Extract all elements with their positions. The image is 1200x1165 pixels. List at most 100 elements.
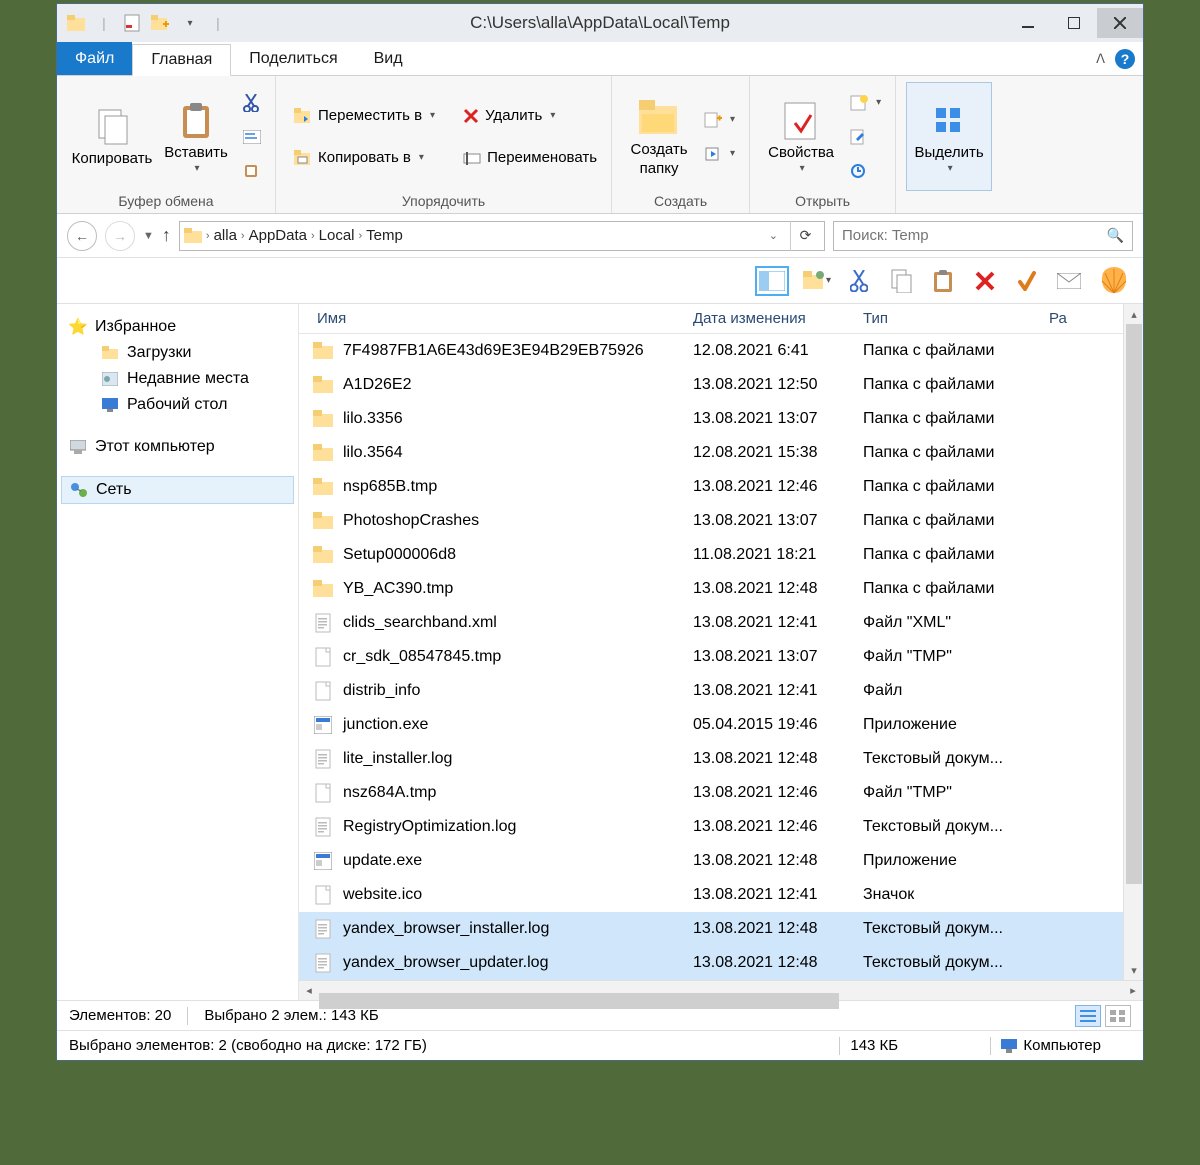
details-view-button[interactable] bbox=[1075, 1005, 1101, 1027]
back-button[interactable]: ← bbox=[67, 221, 97, 251]
delete-button[interactable]: Удалить▾ bbox=[459, 102, 601, 130]
paste-tool-icon[interactable] bbox=[929, 267, 957, 295]
new-folder-label-1: Создать bbox=[631, 141, 688, 158]
rename-button[interactable]: Переименовать bbox=[459, 144, 601, 172]
file-row[interactable]: lite_installer.log13.08.2021 12:48Тексто… bbox=[299, 742, 1143, 776]
minimize-button[interactable] bbox=[1005, 8, 1051, 38]
tree-desktop[interactable]: Рабочий стол bbox=[61, 392, 294, 418]
file-row[interactable]: 7F4987FB1A6E43d69E3E94B29EB7592612.08.20… bbox=[299, 334, 1143, 368]
col-date[interactable]: Дата изменения bbox=[693, 310, 863, 327]
file-row[interactable]: clids_searchband.xml13.08.2021 12:41Файл… bbox=[299, 606, 1143, 640]
open-icon[interactable]: ▾ bbox=[846, 89, 885, 117]
move-to-button[interactable]: Переместить в▾ bbox=[290, 102, 439, 130]
file-row[interactable]: website.ico13.08.2021 12:41Значок bbox=[299, 878, 1143, 912]
paste-button[interactable]: Вставить ▾ bbox=[157, 82, 235, 191]
paste-shortcut-icon[interactable] bbox=[239, 157, 265, 185]
scroll-left-icon[interactable]: ◂ bbox=[299, 981, 319, 1001]
file-row[interactable]: cr_sdk_08547845.tmp13.08.2021 13:07Файл … bbox=[299, 640, 1143, 674]
file-row[interactable]: nsz684A.tmp13.08.2021 12:46Файл "TMP" bbox=[299, 776, 1143, 810]
file-row[interactable]: PhotoshopCrashes13.08.2021 13:07Папка с … bbox=[299, 504, 1143, 538]
ribbon-tabs: Файл Главная Поделиться Вид ᐱ ? bbox=[57, 42, 1143, 76]
cut-icon[interactable] bbox=[239, 89, 265, 117]
folder-icon bbox=[313, 341, 333, 361]
tab-main[interactable]: Главная bbox=[132, 44, 231, 76]
downloads-icon bbox=[101, 344, 119, 362]
edit-icon[interactable] bbox=[846, 123, 885, 151]
new-folder-button[interactable]: Создать папку bbox=[622, 82, 696, 191]
refresh-button[interactable]: ⟳ bbox=[790, 221, 820, 251]
v-scroll-thumb[interactable] bbox=[1126, 324, 1142, 884]
new-item-icon[interactable]: ▾ bbox=[700, 106, 739, 134]
scroll-down-icon[interactable]: ▾ bbox=[1124, 960, 1144, 980]
qat-dropdown-icon[interactable]: ▾ bbox=[179, 12, 201, 34]
ribbon-group-new: Создать папку ▾ ▾ Создать bbox=[612, 76, 750, 213]
file-row[interactable]: lilo.356412.08.2021 15:38Папка с файлами bbox=[299, 436, 1143, 470]
properties-label: Свойства bbox=[768, 144, 834, 161]
scroll-up-icon[interactable]: ▴ bbox=[1124, 304, 1144, 324]
copy-button[interactable]: Копировать bbox=[67, 82, 157, 191]
properties-button[interactable]: Свойства ▾ bbox=[760, 82, 842, 191]
file-row[interactable]: YB_AC390.tmp13.08.2021 12:48Папка с файл… bbox=[299, 572, 1143, 606]
copy-path-icon[interactable] bbox=[239, 123, 265, 151]
scroll-right-icon[interactable]: ▸ bbox=[1123, 981, 1143, 1001]
close-button[interactable] bbox=[1097, 8, 1143, 38]
search-icon[interactable]: 🔍 bbox=[1107, 227, 1124, 244]
address-bar[interactable]: ›alla ›AppData ›Local ›Temp ⌄ ⟳ bbox=[179, 221, 825, 251]
extra-toolbar: ▾ bbox=[57, 258, 1143, 304]
new-folder-icon[interactable] bbox=[149, 12, 171, 34]
v-scrollbar[interactable]: ▴ ▾ bbox=[1123, 304, 1143, 980]
quick-access-toolbar: | ▾ | bbox=[57, 12, 229, 34]
address-dropdown-icon[interactable]: ⌄ bbox=[769, 229, 778, 242]
tree-recent[interactable]: Недавние места bbox=[61, 366, 294, 392]
ribbon: Копировать Вставить ▾ Буфер обмена Перем… bbox=[57, 76, 1143, 214]
tree-network[interactable]: Сеть bbox=[61, 476, 294, 504]
mail-tool-icon[interactable] bbox=[1055, 267, 1083, 295]
file-row[interactable]: distrib_info13.08.2021 12:41Файл bbox=[299, 674, 1143, 708]
search-box[interactable]: 🔍 bbox=[833, 221, 1133, 251]
file-row[interactable]: yandex_browser_installer.log13.08.2021 1… bbox=[299, 912, 1143, 946]
file-date: 12.08.2021 15:38 bbox=[693, 444, 863, 462]
file-row[interactable]: Setup000006d811.08.2021 18:21Папка с фай… bbox=[299, 538, 1143, 572]
file-row[interactable]: A1D26E213.08.2021 12:50Папка с файлами bbox=[299, 368, 1143, 402]
delete-tool-icon[interactable] bbox=[971, 267, 999, 295]
up-button[interactable]: ↑ bbox=[162, 225, 171, 246]
history-icon[interactable] bbox=[846, 157, 885, 185]
star-icon: ⭐ bbox=[69, 318, 87, 336]
shell-tool-icon[interactable] bbox=[1097, 267, 1131, 295]
select-button[interactable]: Выделить ▾ bbox=[906, 82, 992, 191]
collapse-ribbon-icon[interactable]: ᐱ bbox=[1096, 51, 1105, 67]
recent-locations-dropdown[interactable]: ▼ bbox=[143, 230, 154, 242]
col-type[interactable]: Тип bbox=[863, 310, 1049, 327]
maximize-button[interactable] bbox=[1051, 8, 1097, 38]
copy-to-button[interactable]: Копировать в▾ bbox=[290, 144, 439, 172]
preview-pane-icon[interactable] bbox=[755, 266, 789, 296]
forward-button[interactable]: → bbox=[105, 221, 135, 251]
copy-tool-icon[interactable] bbox=[887, 267, 915, 295]
tree-favorites[interactable]: ⭐Избранное bbox=[61, 314, 294, 340]
cut-tool-icon[interactable] bbox=[845, 267, 873, 295]
easy-access-icon[interactable]: ▾ bbox=[700, 140, 739, 168]
file-type: Папка с файлами bbox=[863, 478, 1049, 496]
h-scroll-thumb[interactable] bbox=[319, 993, 839, 1009]
col-name[interactable]: Имя bbox=[299, 310, 693, 327]
search-input[interactable] bbox=[842, 227, 1107, 244]
file-row[interactable]: junction.exe05.04.2015 19:46Приложение bbox=[299, 708, 1143, 742]
h-scrollbar[interactable]: ◂ ▸ bbox=[299, 980, 1143, 1000]
file-row[interactable]: update.exe13.08.2021 12:48Приложение bbox=[299, 844, 1143, 878]
tab-share[interactable]: Поделиться bbox=[231, 42, 355, 75]
properties-icon[interactable] bbox=[121, 12, 143, 34]
file-row[interactable]: RegistryOptimization.log13.08.2021 12:46… bbox=[299, 810, 1143, 844]
file-row[interactable]: lilo.335613.08.2021 13:07Папка с файлами bbox=[299, 402, 1143, 436]
file-row[interactable]: yandex_browser_updater.log13.08.2021 12:… bbox=[299, 946, 1143, 980]
folder-options-icon[interactable]: ▾ bbox=[803, 267, 831, 295]
tree-downloads[interactable]: Загрузки bbox=[61, 340, 294, 366]
help-icon[interactable]: ? bbox=[1115, 49, 1135, 69]
file-row[interactable]: nsp685B.tmp13.08.2021 12:46Папка с файла… bbox=[299, 470, 1143, 504]
breadcrumb-segment: ›alla bbox=[206, 227, 237, 244]
select-tool-icon[interactable] bbox=[1013, 267, 1041, 295]
file-type: Папка с файлами bbox=[863, 444, 1049, 462]
icons-view-button[interactable] bbox=[1105, 1005, 1131, 1027]
tree-computer[interactable]: Этот компьютер bbox=[61, 434, 294, 460]
tab-file[interactable]: Файл bbox=[57, 42, 132, 75]
tab-view[interactable]: Вид bbox=[356, 42, 421, 75]
